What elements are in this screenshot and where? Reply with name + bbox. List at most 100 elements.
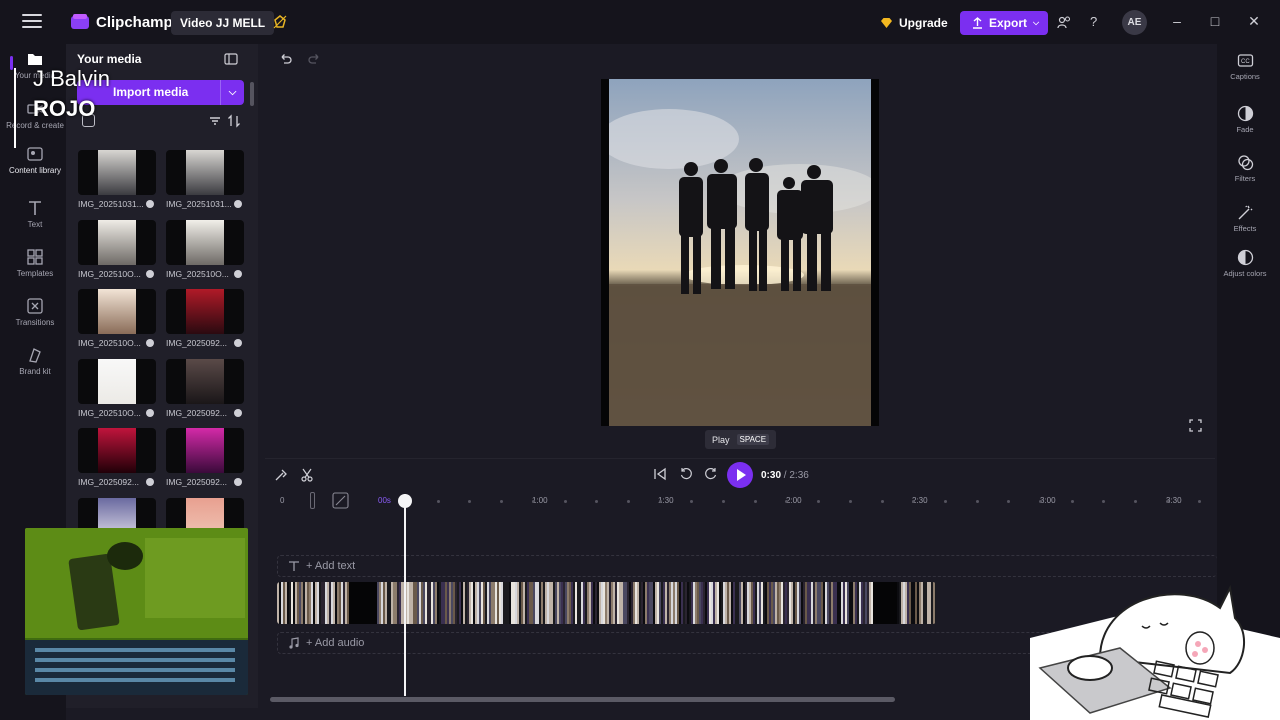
rp-label: Adjust colors bbox=[1223, 269, 1267, 278]
ruler-dot bbox=[436, 500, 440, 503]
nav-templates[interactable]: Templates bbox=[5, 248, 65, 278]
clip-frame bbox=[719, 582, 721, 624]
filter-icon[interactable] bbox=[208, 114, 222, 128]
ruler-dot bbox=[468, 500, 472, 503]
media-item[interactable]: IMG_20251031... bbox=[78, 150, 156, 209]
media-item[interactable]: IMG_202510O... bbox=[78, 358, 156, 418]
play-button[interactable] bbox=[727, 462, 753, 488]
redo-icon[interactable] bbox=[307, 52, 321, 66]
webcam-overlay bbox=[25, 528, 248, 695]
import-options-chevron-icon[interactable]: ⌵ bbox=[220, 80, 244, 105]
top-bar: Clipchamp Video JJ MELL Upgrade Export ⌵… bbox=[0, 0, 1280, 44]
collapse-panel-icon[interactable] bbox=[224, 53, 238, 65]
clip-frame bbox=[757, 582, 759, 624]
clip-frame bbox=[567, 582, 569, 624]
clip-frame bbox=[673, 582, 675, 624]
skip-to-start-icon[interactable] bbox=[653, 467, 667, 481]
panel-scrollbar[interactable] bbox=[250, 82, 254, 106]
split-scissors-icon[interactable] bbox=[300, 468, 314, 482]
clip-frame bbox=[659, 582, 661, 624]
clip-frame bbox=[279, 582, 281, 624]
undo-icon[interactable] bbox=[279, 52, 293, 66]
media-item[interactable]: IMG_2025092... bbox=[78, 428, 156, 487]
effects-button[interactable]: Effects bbox=[1217, 204, 1273, 233]
clip-frame bbox=[483, 582, 485, 624]
clip-frame bbox=[629, 582, 631, 624]
clip-frame bbox=[839, 582, 841, 624]
media-item[interactable]: IMG_2025092... bbox=[166, 289, 244, 348]
clip-frame bbox=[827, 582, 829, 624]
clip-frame bbox=[657, 582, 659, 624]
clip-frame bbox=[631, 582, 633, 624]
fit-timeline-icon[interactable] bbox=[332, 492, 349, 509]
clip-frame bbox=[425, 582, 427, 624]
clip-frame bbox=[723, 582, 725, 624]
sort-icon[interactable] bbox=[227, 114, 241, 128]
clip-frame bbox=[917, 582, 919, 624]
nav-content-library[interactable]: Content library bbox=[5, 145, 65, 175]
adjust-colors-button[interactable]: Adjust colors bbox=[1217, 249, 1273, 278]
clip-frame bbox=[413, 582, 415, 624]
clip-frame bbox=[763, 582, 765, 624]
fade-button[interactable]: Fade bbox=[1217, 105, 1273, 134]
captions-button[interactable]: CC Captions bbox=[1217, 52, 1273, 81]
nav-transitions[interactable]: Transitions bbox=[5, 297, 65, 327]
playhead-handle[interactable] bbox=[398, 494, 412, 508]
filters-button[interactable]: Filters bbox=[1217, 154, 1273, 183]
time-readout: 0:30 / 2:36 bbox=[761, 470, 809, 481]
clip-frame bbox=[793, 582, 795, 624]
media-item[interactable]: IMG_2025092... bbox=[166, 358, 244, 418]
clip-frame bbox=[819, 582, 821, 624]
clip-frame bbox=[539, 582, 541, 624]
music-note-icon bbox=[289, 637, 299, 649]
clip-frame bbox=[541, 582, 543, 624]
forward-5s-icon[interactable] bbox=[704, 467, 718, 481]
clip-frame bbox=[323, 582, 325, 624]
maximize-icon[interactable]: □ bbox=[1205, 11, 1225, 31]
video-preview[interactable] bbox=[601, 79, 879, 426]
media-item[interactable]: IMG_20251031... bbox=[166, 150, 244, 209]
clip-frame bbox=[607, 582, 609, 624]
clip-frame bbox=[501, 582, 503, 624]
clip-frame bbox=[643, 582, 645, 624]
share-people-icon[interactable] bbox=[1057, 15, 1071, 29]
rewind-5s-icon[interactable] bbox=[679, 467, 693, 481]
playhead[interactable] bbox=[398, 494, 412, 696]
media-item[interactable]: IMG_2025092... bbox=[166, 428, 244, 487]
premium-status-icon[interactable] bbox=[272, 14, 288, 30]
clip-frame bbox=[339, 582, 341, 624]
video-clip[interactable] bbox=[277, 582, 936, 624]
clip-frame bbox=[429, 582, 431, 624]
clip-frame bbox=[667, 582, 669, 624]
timeline-scrollbar[interactable] bbox=[270, 697, 895, 702]
add-text-track[interactable]: + Add text bbox=[277, 555, 1217, 577]
zoom-handle[interactable] bbox=[310, 492, 315, 509]
nav-text[interactable]: Text bbox=[5, 199, 65, 229]
ruler-dot bbox=[690, 500, 694, 503]
adjust-colors-icon bbox=[1237, 249, 1253, 266]
project-name[interactable]: Video JJ MELL bbox=[171, 11, 275, 35]
clip-frame bbox=[475, 582, 477, 624]
upgrade-button[interactable]: Upgrade bbox=[871, 11, 957, 35]
clip-frame bbox=[809, 582, 811, 624]
media-thumbnail bbox=[166, 150, 244, 195]
help-icon[interactable]: ? bbox=[1090, 15, 1104, 29]
export-button[interactable]: Export ⌵ bbox=[960, 11, 1048, 35]
clip-frame bbox=[291, 582, 293, 624]
media-item[interactable]: IMG_202510O... bbox=[78, 289, 156, 348]
clip-frame bbox=[725, 582, 727, 624]
nav-label: Text bbox=[27, 220, 43, 229]
media-item[interactable]: IMG_202510O... bbox=[166, 219, 244, 279]
avatar[interactable]: AE bbox=[1122, 10, 1147, 35]
clip-frame bbox=[869, 582, 871, 624]
fullscreen-icon[interactable] bbox=[1189, 419, 1202, 432]
clip-frame bbox=[423, 582, 425, 624]
hamburger-menu-icon[interactable] bbox=[22, 14, 42, 30]
media-item[interactable]: IMG_202510O... bbox=[78, 219, 156, 279]
close-icon[interactable]: ✕ bbox=[1244, 11, 1264, 31]
minimize-icon[interactable]: – bbox=[1167, 11, 1187, 31]
nav-brand-kit[interactable]: Brand kit bbox=[5, 346, 65, 376]
clip-frame bbox=[379, 582, 381, 624]
clip-frame bbox=[343, 582, 345, 624]
magic-edit-icon[interactable] bbox=[274, 468, 288, 482]
